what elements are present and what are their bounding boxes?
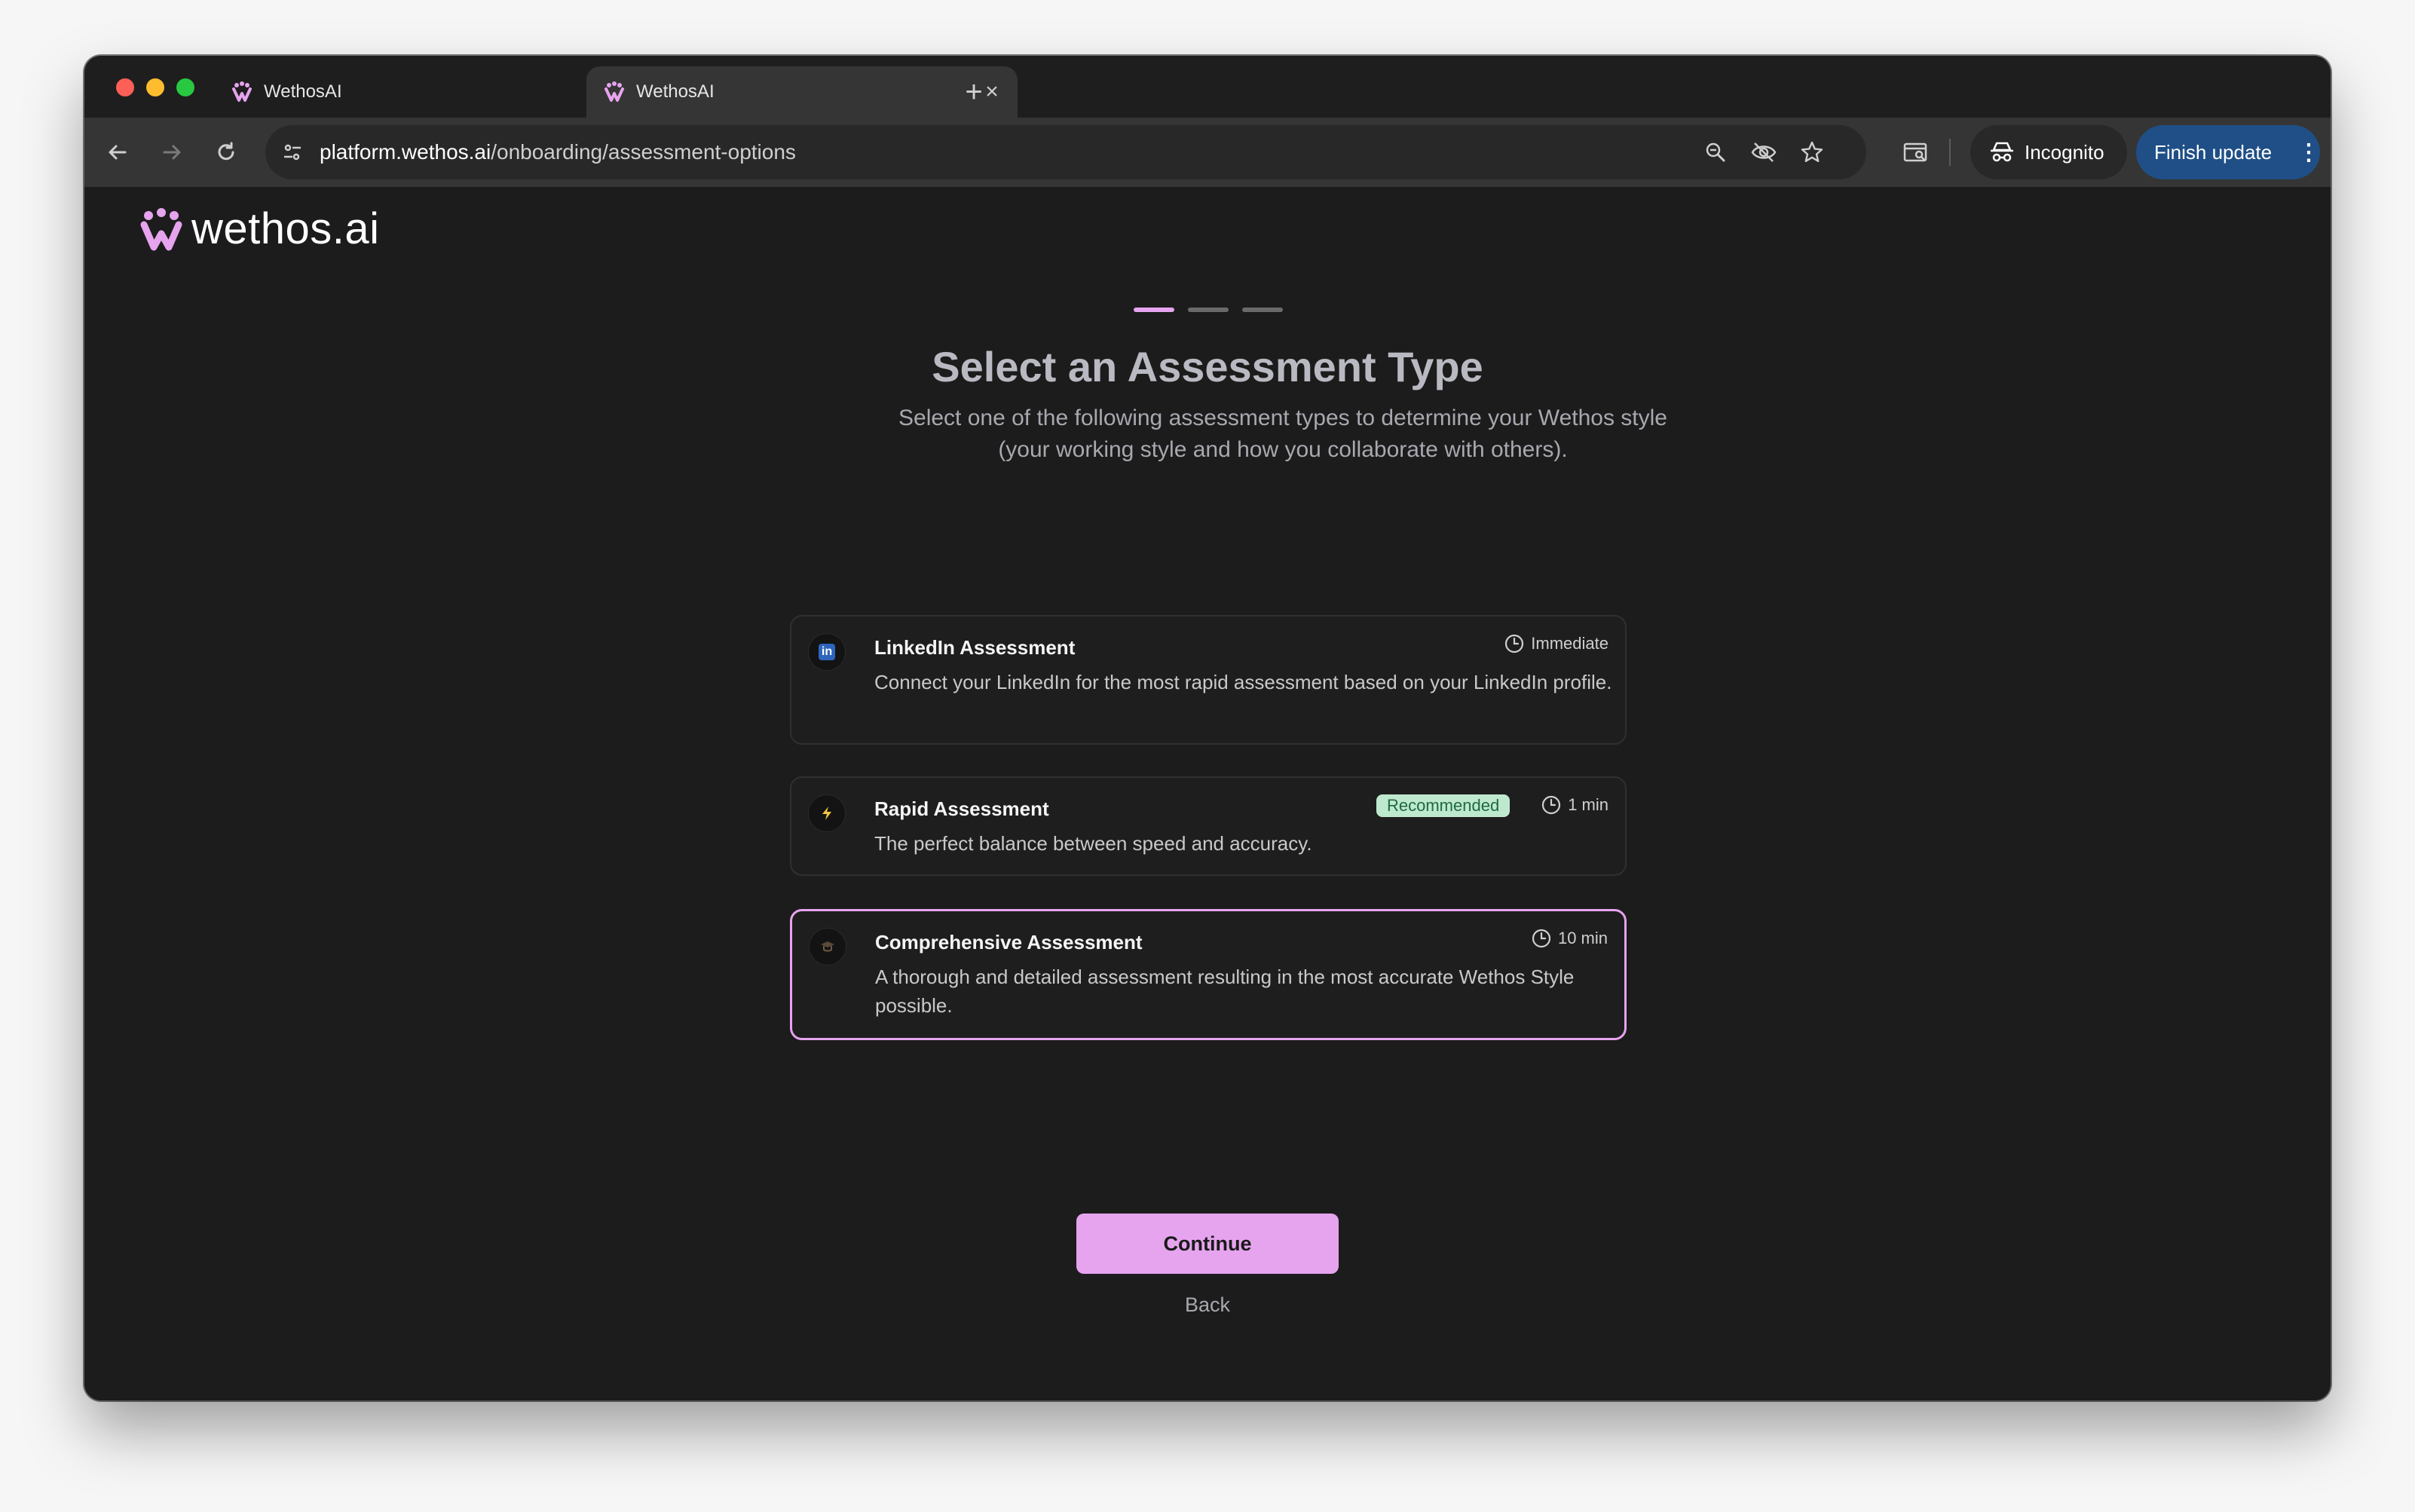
reload-icon[interactable]	[205, 131, 247, 173]
close-window-button[interactable]	[116, 78, 134, 96]
site-settings-icon[interactable]	[276, 136, 309, 169]
wethos-logo-icon	[140, 207, 182, 250]
progress-step	[1188, 308, 1229, 312]
browser-toolbar: platform.wethos.ai/onboarding/assessment…	[84, 118, 2331, 187]
option-description: The perfect balance between speed and ac…	[874, 832, 1312, 855]
eye-off-icon[interactable]	[1749, 137, 1779, 167]
continue-button[interactable]: Continue	[1076, 1214, 1339, 1274]
linkedin-badge: in	[819, 644, 835, 660]
url-host: platform.wethos.ai	[320, 140, 491, 164]
progress-step-current	[1134, 308, 1174, 312]
tab-title: WethosAI	[264, 81, 342, 102]
incognito-icon	[1987, 137, 2017, 167]
progress-steps	[1134, 308, 1283, 312]
toolbar-divider	[1949, 139, 1951, 166]
option-duration-text: 10 min	[1557, 929, 1608, 947]
incognito-button[interactable]: Incognito	[1970, 125, 2127, 179]
linkedin-icon: in	[808, 633, 846, 671]
option-duration: 10 min	[1531, 928, 1608, 949]
browser-window: WethosAI × WethosAI × + platform.	[84, 56, 2331, 1400]
option-duration-text: Immediate	[1531, 634, 1608, 653]
option-title: Comprehensive Assessment	[875, 931, 1143, 953]
recommended-badge: Recommended	[1376, 794, 1511, 817]
clock-icon	[1542, 795, 1561, 815]
maximize-window-button[interactable]	[176, 78, 194, 96]
tab-search-icon[interactable]	[1895, 131, 1937, 173]
lightning-icon	[808, 794, 846, 832]
incognito-label: Incognito	[2025, 140, 2104, 164]
zoom-icon[interactable]	[1700, 137, 1731, 167]
url-path: /onboarding/assessment-options	[491, 140, 796, 164]
new-tab-button[interactable]: +	[951, 71, 996, 116]
tab-strip: WethosAI × WethosAI × +	[84, 56, 2331, 118]
clock-icon	[1532, 929, 1551, 948]
bookmark-star-icon[interactable]	[1797, 137, 1827, 167]
option-comprehensive-assessment[interactable]: Comprehensive Assessment 10 min A thorou…	[790, 909, 1627, 1040]
wethos-favicon-icon	[232, 81, 252, 102]
tab-title: WethosAI	[636, 81, 715, 102]
page-title: Select an Assessment Type	[932, 343, 1483, 390]
minimize-window-button[interactable]	[146, 78, 164, 96]
option-title: LinkedIn Assessment	[874, 636, 1076, 659]
forward-arrow-icon[interactable]	[151, 131, 193, 173]
url-text: platform.wethos.ai/onboarding/assessment…	[320, 125, 796, 179]
option-linkedin-assessment[interactable]: in LinkedIn Assessment Immediate Connect…	[790, 615, 1627, 745]
option-title: Rapid Assessment	[874, 797, 1049, 820]
progress-step	[1242, 308, 1283, 312]
option-description: A thorough and detailed assessment resul…	[875, 966, 1575, 1017]
finish-update-label: Finish update	[2154, 140, 2273, 164]
address-bar[interactable]: platform.wethos.ai/onboarding/assessment…	[265, 125, 1866, 179]
option-duration-text: 1 min	[1568, 795, 1608, 814]
page-subtitle: Select one of the following assessment t…	[838, 402, 1728, 466]
back-arrow-icon[interactable]	[96, 131, 139, 173]
graduation-cap-icon	[809, 928, 846, 966]
option-rapid-assessment[interactable]: Rapid Assessment Recommended 1 min The p…	[790, 776, 1627, 876]
clock-icon	[1505, 634, 1524, 653]
browser-tab[interactable]: WethosAI ×	[214, 66, 651, 118]
wethos-favicon-icon	[605, 81, 624, 102]
option-description: Connect your LinkedIn for the most rapid…	[874, 671, 1612, 693]
back-link[interactable]: Back	[1132, 1293, 1283, 1317]
option-duration: Immediate	[1504, 633, 1608, 654]
subtitle-line: Select one of the following assessment t…	[898, 406, 1667, 430]
finish-update-button[interactable]: Finish update ⋮	[2136, 125, 2320, 179]
wethos-logo[interactable]: wethos.ai	[137, 204, 380, 254]
logo-text: wethos.ai	[191, 204, 380, 253]
more-menu-icon[interactable]: ⋮	[2297, 139, 2320, 166]
option-duration: 1 min	[1541, 794, 1608, 816]
page-content: wethos.ai Select an Assessment Type Sele…	[84, 187, 2331, 1400]
subtitle-line: (your working style and how you collabor…	[998, 437, 1568, 462]
